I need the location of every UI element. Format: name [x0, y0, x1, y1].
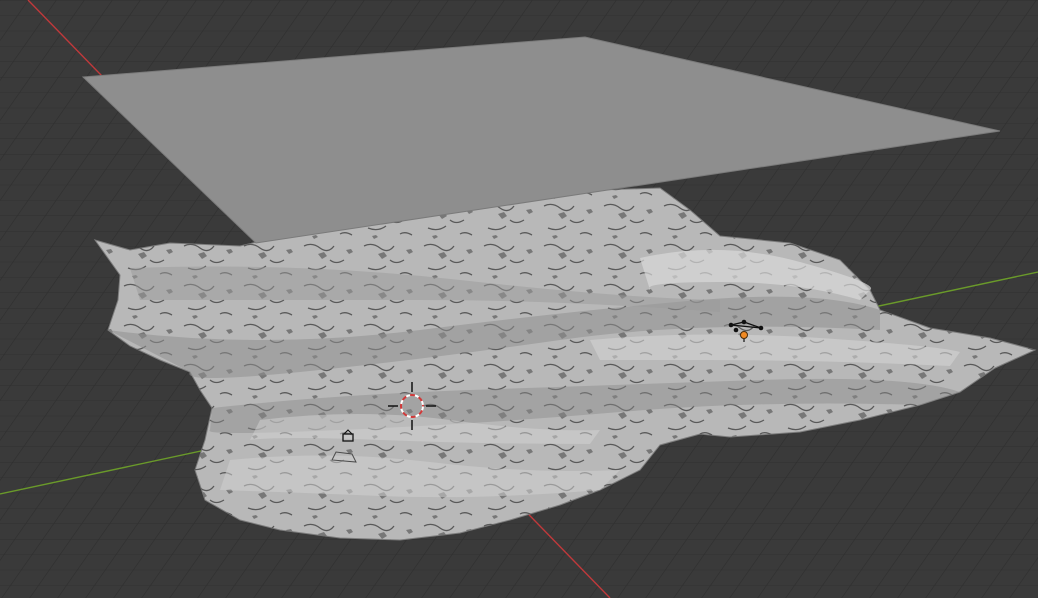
viewport-canvas[interactable] [0, 0, 1038, 598]
3d-viewport[interactable] [0, 0, 1038, 598]
